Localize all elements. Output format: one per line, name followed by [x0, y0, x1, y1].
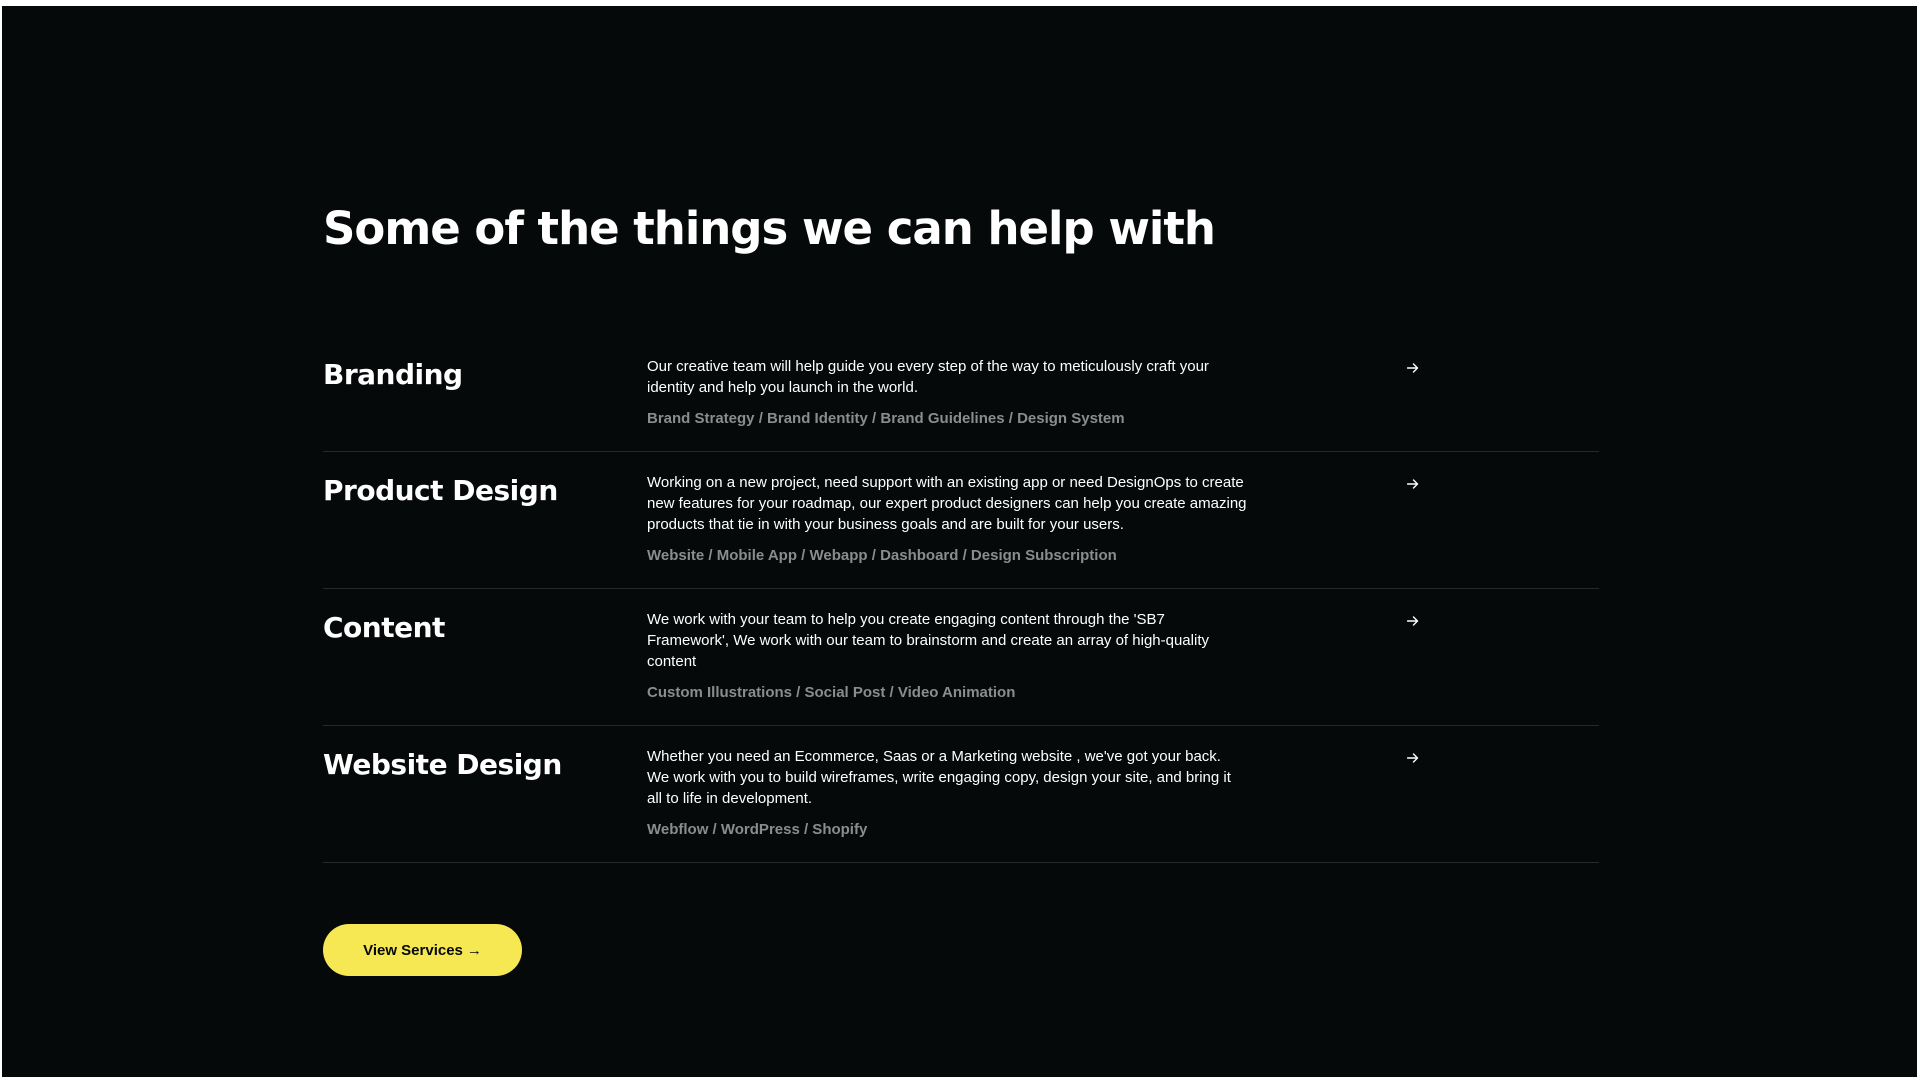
service-tags: Brand Strategy / Brand Identity / Brand … [647, 410, 1125, 427]
service-row-branding[interactable]: Branding Our creative team will help gui… [323, 336, 1599, 452]
service-title: Product Design [323, 474, 558, 507]
arrow-right-icon[interactable] [1401, 609, 1425, 633]
arrow-right-icon: → [466, 941, 482, 959]
service-description: Our creative team will help guide you ev… [647, 358, 1209, 396]
service-tags: Website / Mobile App / Webapp / Dashboar… [647, 547, 1117, 564]
service-description: We work with your team to help you creat… [647, 611, 1209, 670]
service-title: Content [323, 611, 445, 644]
service-tags: Custom Illustrations / Social Post / Vid… [647, 684, 1016, 701]
arrow-right-icon[interactable] [1401, 356, 1425, 380]
service-body: Whether you need an Ecommerce, Saas or a… [647, 726, 1247, 862]
services-list: Branding Our creative team will help gui… [323, 336, 1599, 863]
service-description: Working on a new project, need support w… [647, 474, 1247, 533]
service-row-content[interactable]: Content We work with your team to help y… [323, 589, 1599, 726]
service-description: Whether you need an Ecommerce, Saas or a… [647, 748, 1231, 807]
service-tags: Webflow / WordPress / Shopify [647, 821, 868, 838]
view-services-button[interactable]: View Services → [323, 924, 522, 976]
arrow-right-icon[interactable] [1401, 746, 1425, 770]
view-services-label: View Services [363, 941, 463, 959]
service-body: Working on a new project, need support w… [647, 452, 1247, 588]
service-row-website-design[interactable]: Website Design Whether you need an Ecomm… [323, 726, 1599, 863]
page-frame: Some of the things we can help with Bran… [2, 6, 1917, 1077]
service-body: We work with your team to help you creat… [647, 589, 1247, 725]
service-title: Website Design [323, 748, 562, 781]
service-row-product-design[interactable]: Product Design Working on a new project,… [323, 452, 1599, 589]
service-body: Our creative team will help guide you ev… [647, 336, 1247, 451]
arrow-right-icon[interactable] [1401, 472, 1425, 496]
section-heading: Some of the things we can help with [323, 202, 1216, 255]
service-title: Branding [323, 358, 463, 391]
